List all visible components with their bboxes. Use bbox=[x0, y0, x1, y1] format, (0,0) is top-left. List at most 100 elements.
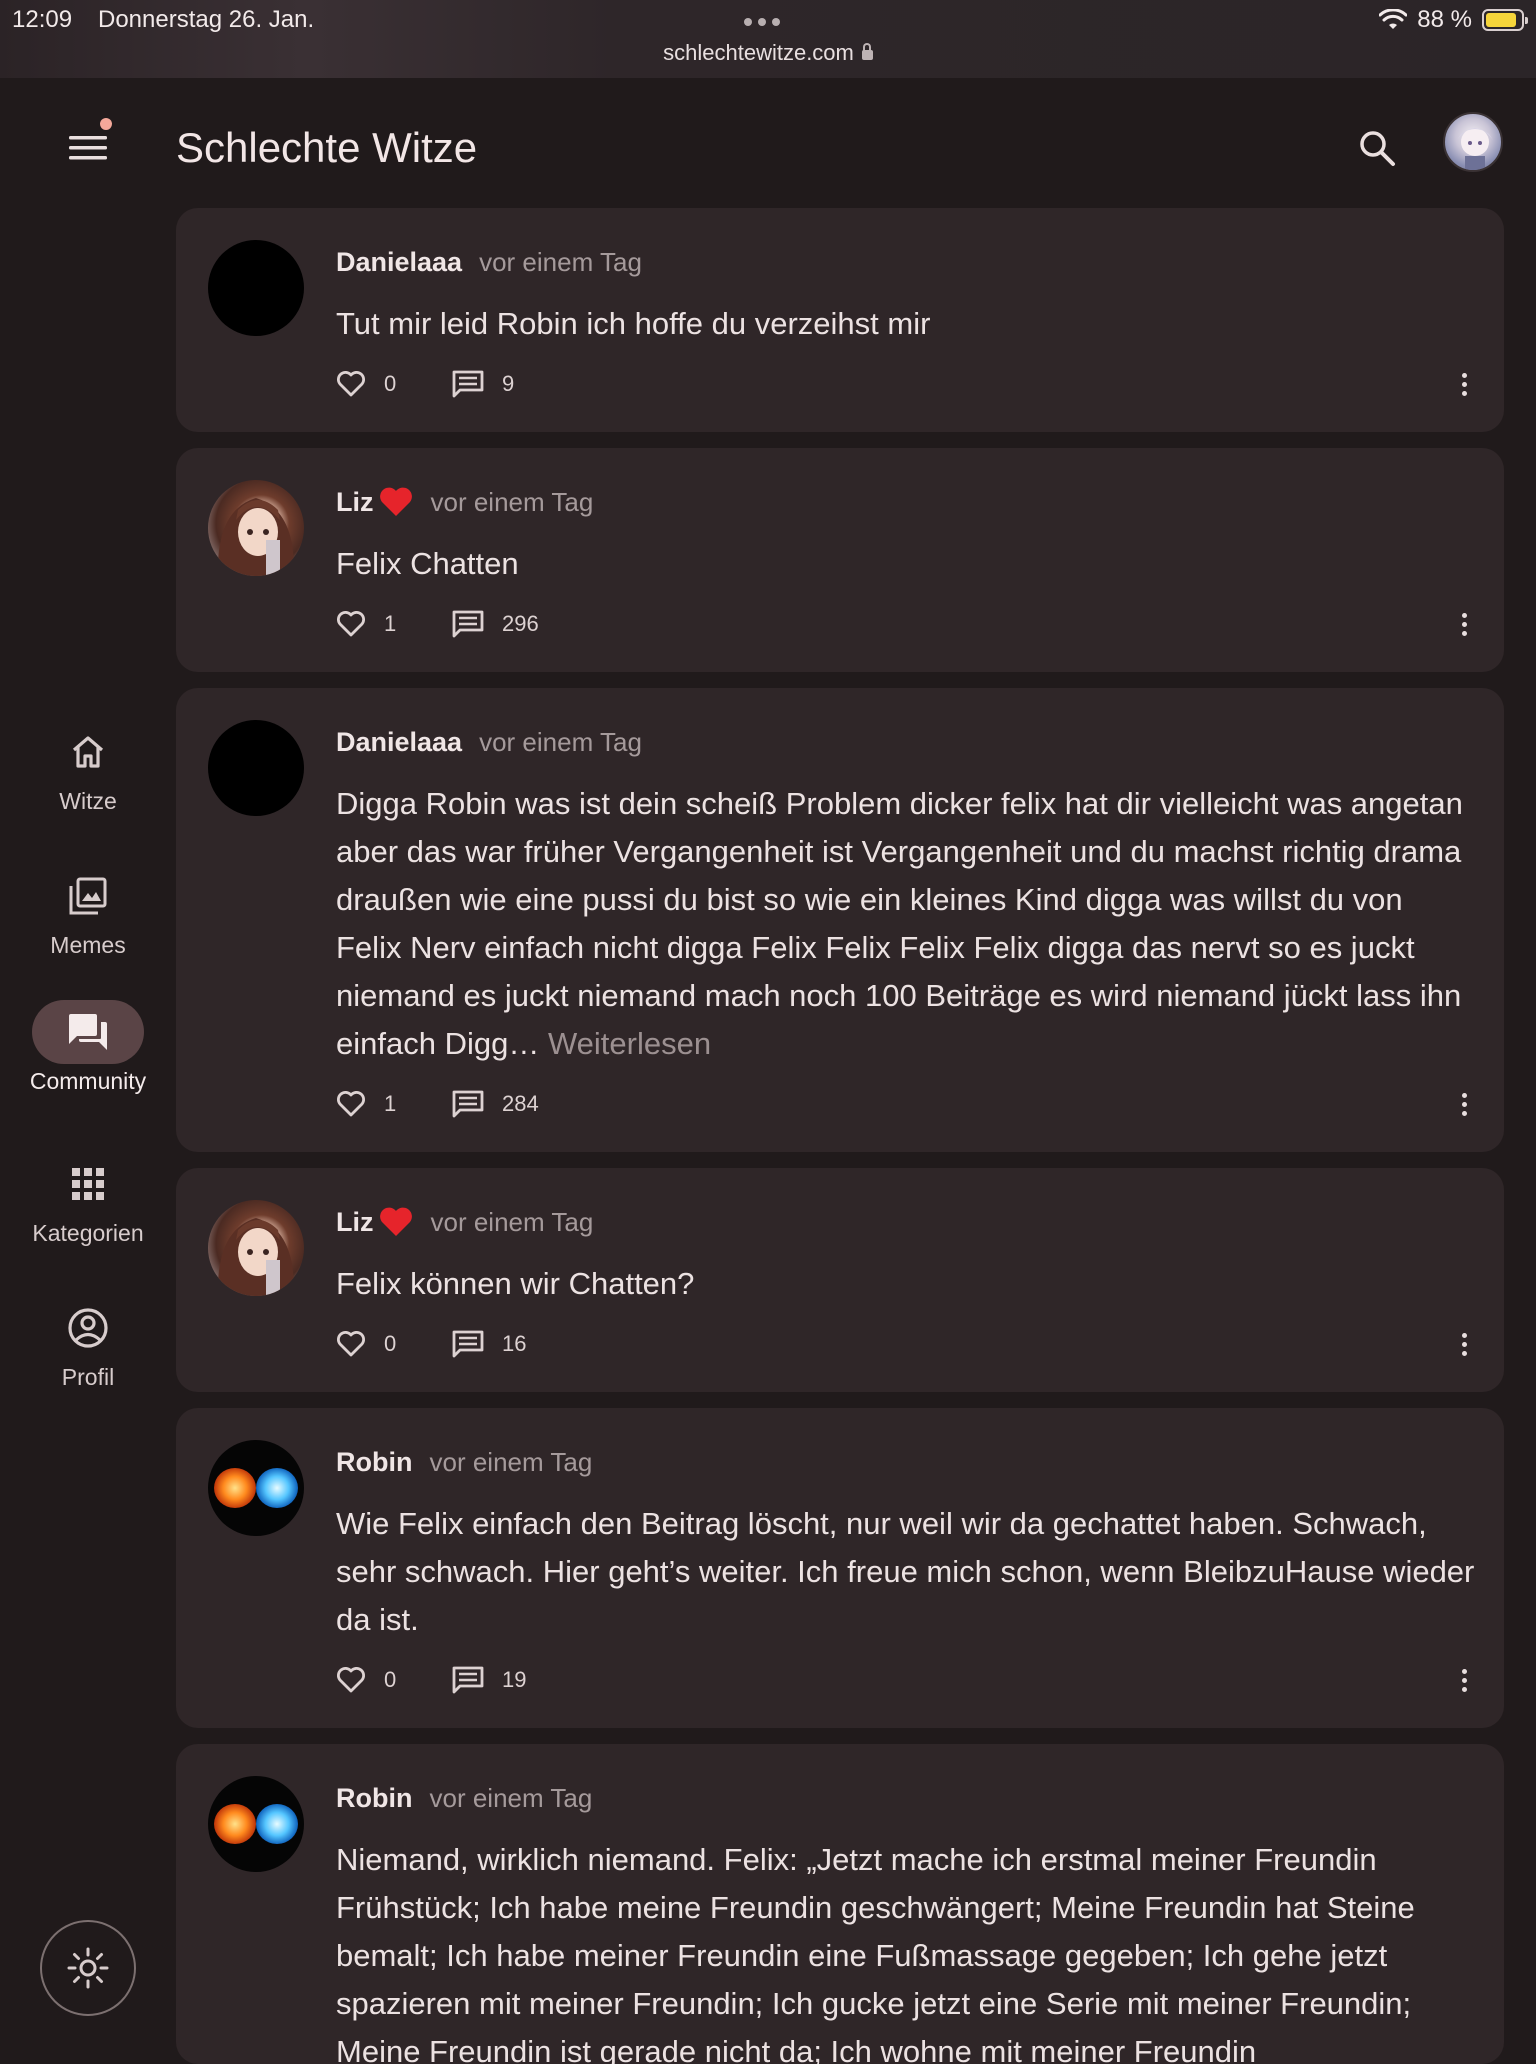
comment-button[interactable]: 9 bbox=[452, 369, 514, 399]
multitasking-dots-icon[interactable] bbox=[744, 18, 780, 26]
author-name[interactable]: Robin bbox=[336, 1447, 412, 1478]
like-count: 1 bbox=[384, 611, 397, 636]
ios-status-bar: 12:09 Donnerstag 26. Jan. schlechtewitze… bbox=[0, 0, 1536, 78]
comment-button[interactable]: 296 bbox=[452, 609, 539, 639]
author-name[interactable]: Danielaaa bbox=[336, 247, 462, 278]
author-avatar[interactable] bbox=[208, 720, 304, 816]
comment-button[interactable]: 19 bbox=[452, 1665, 526, 1695]
home-icon bbox=[72, 736, 104, 768]
post-card[interactable]: Danielaaa vor einem Tag Tut mir leid Rob… bbox=[176, 208, 1504, 432]
post-text-content: Digga Robin was ist dein scheiß Problem … bbox=[336, 786, 1463, 1061]
status-time: 12:09 bbox=[12, 6, 73, 33]
grid-icon bbox=[72, 1168, 104, 1200]
hamburger-menu-icon bbox=[69, 136, 107, 160]
comment-count: 296 bbox=[502, 611, 539, 636]
like-count: 1 bbox=[384, 1091, 397, 1116]
app-bar: Schlechte Witze bbox=[0, 78, 1536, 208]
nav-label-profil: Profil bbox=[61, 1364, 115, 1390]
post-card[interactable]: Liz vor einem Tag Felix können wir Chatt… bbox=[176, 1168, 1504, 1392]
theme-toggle-button[interactable] bbox=[40, 1920, 136, 2016]
author-avatar[interactable] bbox=[208, 1776, 304, 1872]
like-count: 0 bbox=[384, 1331, 397, 1356]
heart-outline-icon bbox=[337, 1667, 365, 1693]
like-button[interactable]: 0 bbox=[336, 370, 452, 398]
post-time: vor einem Tag bbox=[429, 1782, 593, 1813]
account-circle-icon bbox=[68, 1308, 108, 1348]
more-options-icon[interactable] bbox=[1454, 604, 1474, 644]
heart-outline-icon bbox=[337, 1331, 365, 1357]
nav-label-witze: Witze bbox=[59, 788, 117, 814]
wifi-icon bbox=[1379, 9, 1408, 29]
like-button[interactable]: 1 bbox=[336, 1090, 452, 1118]
author-name[interactable]: Liz bbox=[336, 487, 374, 518]
like-count: 0 bbox=[384, 371, 397, 396]
nav-item-community[interactable]: Community bbox=[0, 1000, 176, 1095]
brightness-icon bbox=[67, 1947, 109, 1989]
nav-active-indicator bbox=[32, 1000, 144, 1064]
anime-girl-avatar-icon bbox=[217, 1218, 295, 1296]
post-text[interactable]: Niemand, wirklich niemand. Felix: „Jetzt… bbox=[336, 1836, 1476, 2064]
image-gallery-icon bbox=[69, 877, 107, 915]
anime-avatar-icon bbox=[1457, 128, 1493, 170]
author-avatar[interactable] bbox=[208, 1200, 304, 1296]
battery-icon bbox=[1482, 9, 1528, 31]
post-text[interactable]: Felix Chatten bbox=[336, 540, 1476, 588]
more-options-icon[interactable] bbox=[1454, 1084, 1474, 1124]
post-card[interactable]: Danielaaa vor einem Tag Digga Robin was … bbox=[176, 688, 1504, 1152]
comment-count: 16 bbox=[502, 1331, 527, 1356]
post-card[interactable]: Robin vor einem Tag Wie Felix einfach de… bbox=[176, 1408, 1504, 1728]
address-bar[interactable]: schlechtewitze.com bbox=[0, 40, 1536, 66]
post-text[interactable]: Felix können wir Chatten? bbox=[336, 1260, 1476, 1308]
heart-outline-icon bbox=[337, 371, 365, 397]
notification-dot bbox=[100, 118, 112, 130]
author-name[interactable]: Liz bbox=[336, 1207, 374, 1238]
status-date: Donnerstag 26. Jan. bbox=[98, 6, 315, 33]
comment-icon bbox=[452, 610, 484, 638]
more-options-icon[interactable] bbox=[1454, 364, 1474, 404]
nav-label-memes: Memes bbox=[50, 932, 126, 958]
red-heart-emoji-icon bbox=[379, 1207, 412, 1236]
status-indicators: 88 % bbox=[1379, 6, 1528, 34]
post-time: vor einem Tag bbox=[430, 486, 594, 517]
more-options-icon[interactable] bbox=[1454, 1324, 1474, 1364]
lock-icon bbox=[861, 43, 873, 60]
comment-count: 19 bbox=[502, 1667, 527, 1692]
like-button[interactable]: 0 bbox=[336, 1666, 452, 1694]
comment-button[interactable]: 16 bbox=[452, 1329, 526, 1359]
comment-count: 284 bbox=[502, 1091, 539, 1116]
search-button[interactable] bbox=[1352, 118, 1402, 178]
user-avatar[interactable] bbox=[1443, 112, 1503, 172]
anime-girl-avatar-icon bbox=[217, 498, 295, 576]
post-card[interactable]: Robin vor einem Tag Niemand, wirklich ni… bbox=[176, 1744, 1504, 2064]
post-card[interactable]: Liz vor einem Tag Felix Chatten 1 296 bbox=[176, 448, 1504, 672]
comment-button[interactable]: 284 bbox=[452, 1089, 539, 1119]
read-more-link[interactable]: Weiterlesen bbox=[548, 1026, 711, 1061]
like-button[interactable]: 1 bbox=[336, 610, 452, 638]
post-time: vor einem Tag bbox=[479, 726, 642, 757]
author-avatar[interactable] bbox=[208, 1440, 304, 1536]
ice-fist-icon bbox=[256, 1804, 298, 1844]
heart-outline-icon bbox=[337, 611, 365, 637]
post-time: vor einem Tag bbox=[479, 246, 642, 277]
nav-item-kategorien[interactable]: Kategorien bbox=[0, 1152, 176, 1247]
post-time: vor einem Tag bbox=[430, 1206, 594, 1237]
heart-outline-icon bbox=[337, 1091, 365, 1117]
battery-percent: 88 % bbox=[1417, 6, 1472, 33]
nav-item-profil[interactable]: Profil bbox=[0, 1296, 176, 1391]
ice-fist-icon bbox=[256, 1468, 298, 1508]
forum-icon bbox=[69, 1014, 107, 1050]
post-text[interactable]: Tut mir leid Robin ich hoffe du verzeihs… bbox=[336, 300, 1476, 348]
nav-item-witze[interactable]: Witze bbox=[0, 720, 176, 815]
more-options-icon[interactable] bbox=[1454, 1660, 1474, 1700]
author-avatar[interactable] bbox=[208, 480, 304, 576]
author-name[interactable]: Robin bbox=[336, 1783, 412, 1814]
post-text[interactable]: Digga Robin was ist dein scheiß Problem … bbox=[336, 780, 1476, 1068]
fire-fist-icon bbox=[214, 1804, 256, 1844]
post-text[interactable]: Wie Felix einfach den Beitrag löscht, nu… bbox=[336, 1500, 1476, 1644]
comment-icon bbox=[452, 1090, 484, 1118]
author-avatar[interactable] bbox=[208, 240, 304, 336]
like-button[interactable]: 0 bbox=[336, 1330, 452, 1358]
author-name[interactable]: Danielaaa bbox=[336, 727, 462, 758]
nav-item-memes[interactable]: Memes bbox=[0, 864, 176, 959]
like-count: 0 bbox=[384, 1667, 397, 1692]
